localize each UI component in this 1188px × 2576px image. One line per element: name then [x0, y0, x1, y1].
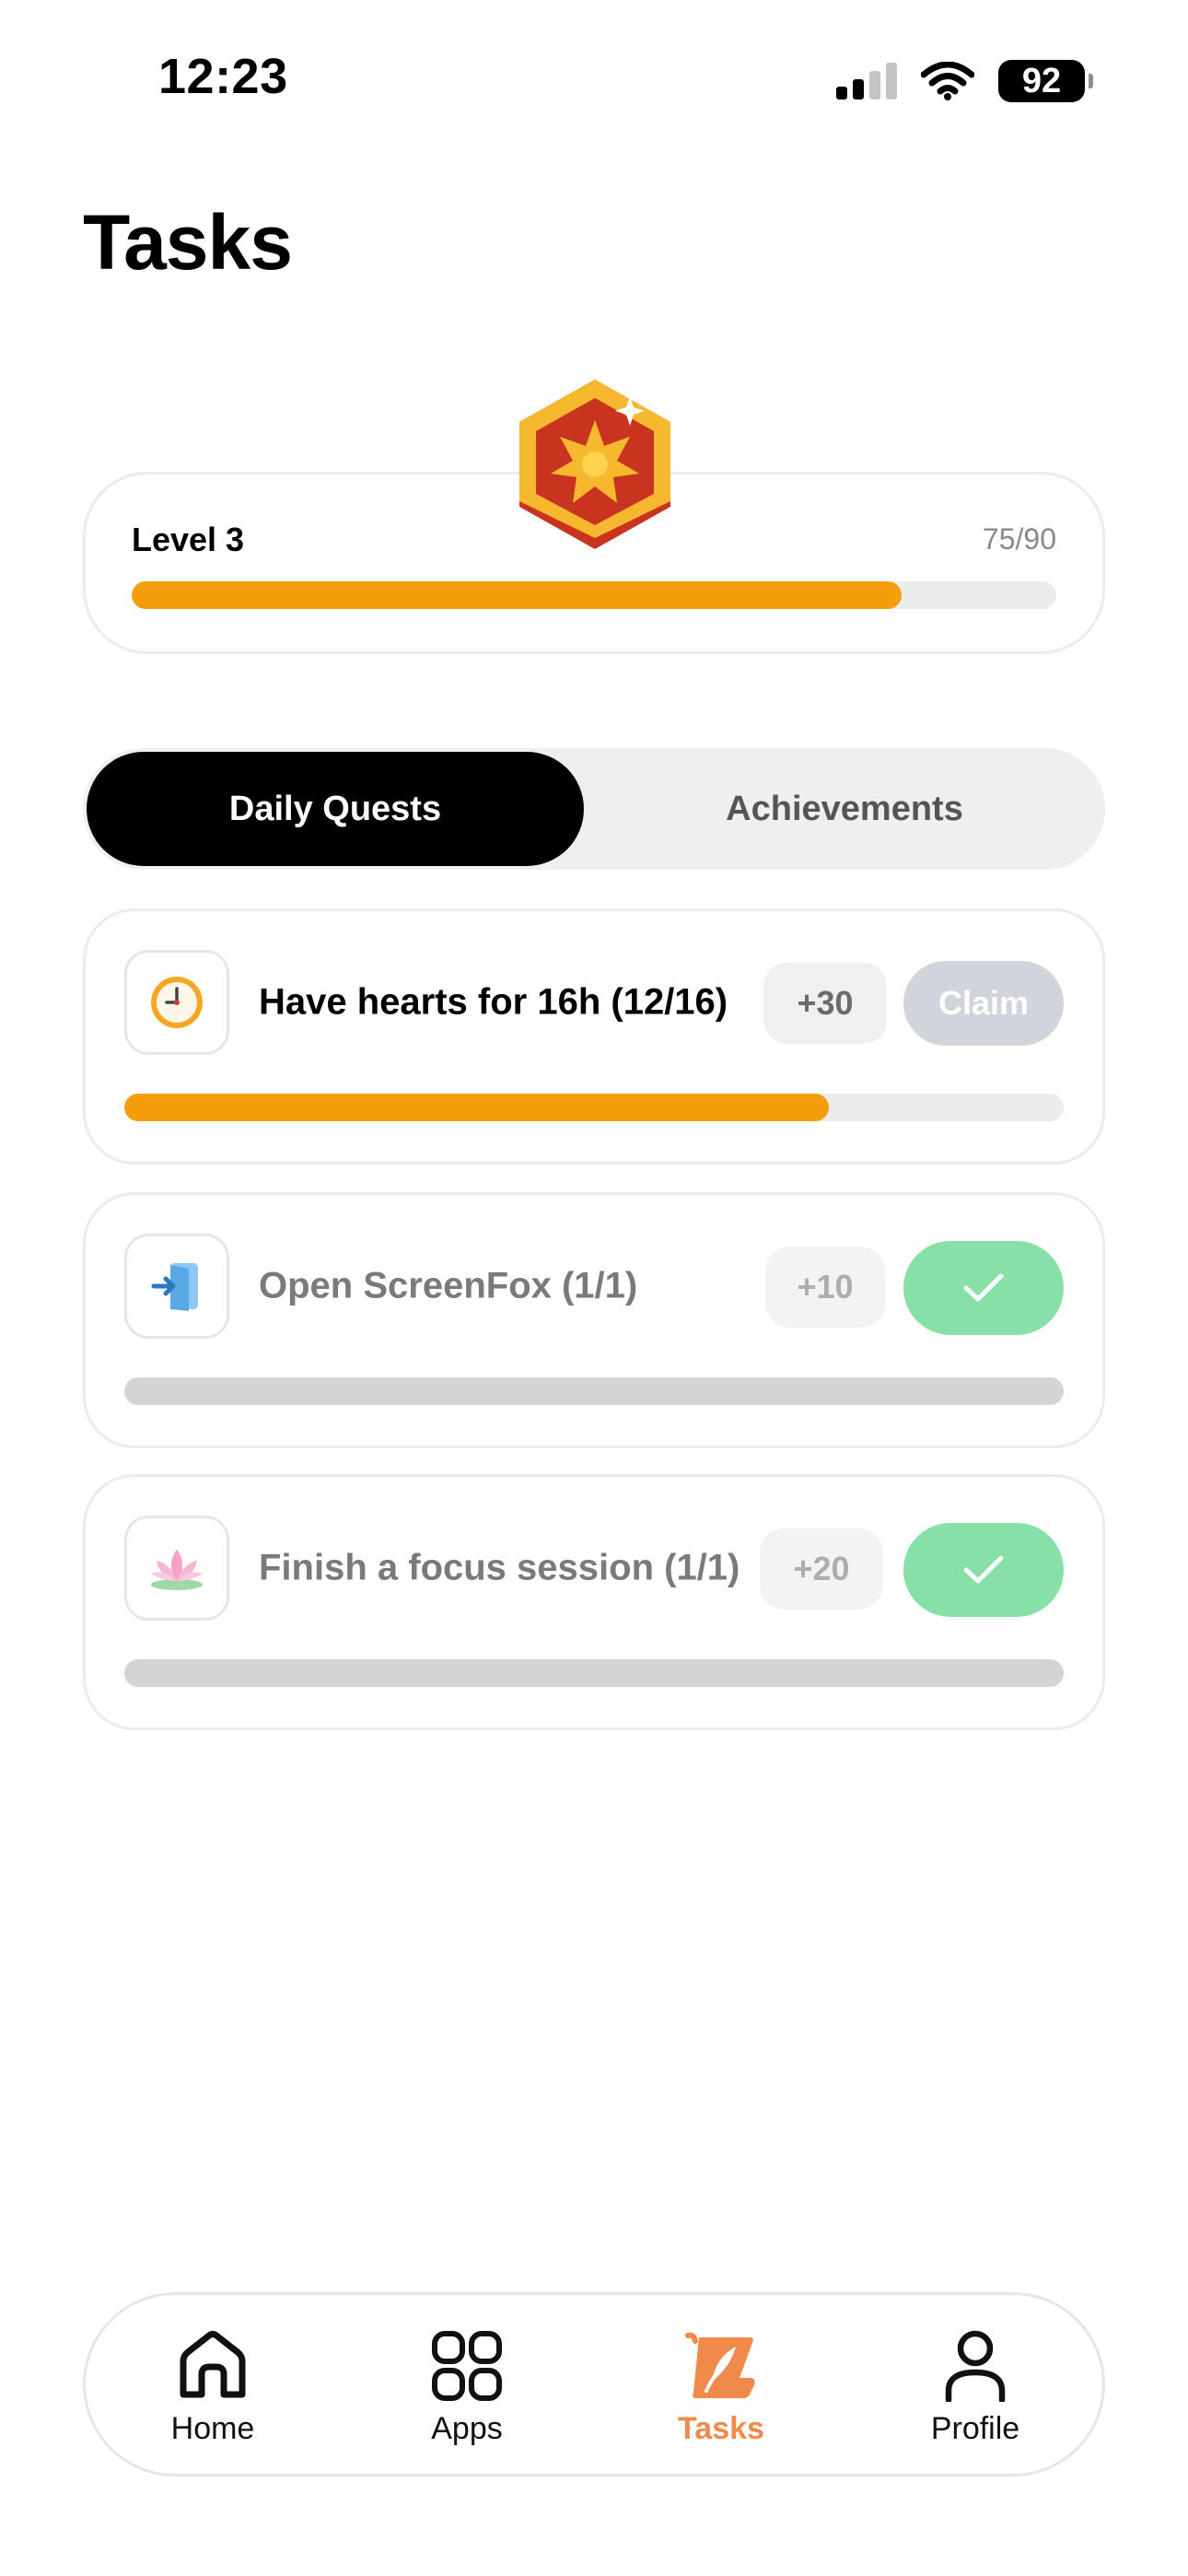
wifi-icon [921, 62, 974, 100]
lotus-icon [151, 1550, 203, 1590]
quest-card-hearts: Have hearts for 16h (12/16) +30 Claim [83, 908, 1105, 1165]
bottom-tab-bar: Home Apps Tasks Profile [83, 2292, 1105, 2476]
quest-icon-container [124, 950, 229, 1055]
tab-tasks[interactable]: Tasks [629, 2295, 813, 2474]
page-title: Tasks [83, 199, 293, 286]
quest-completed-button[interactable] [903, 1523, 1064, 1617]
quest-title: Have hearts for 16h (12/16) [259, 981, 728, 1023]
checkmark-icon [963, 1273, 1004, 1302]
tasks-leaf-icon [685, 2332, 755, 2398]
level-badge-icon [519, 380, 670, 549]
quest-progress-bar [124, 1659, 1064, 1687]
quest-points-badge: +30 [763, 963, 887, 1044]
quest-progress-bar [124, 1377, 1064, 1405]
quest-icon-container [124, 1234, 229, 1339]
battery-level: 92 [1021, 61, 1062, 100]
apps-grid-icon [432, 2331, 502, 2401]
tab-achievements[interactable]: Achievements [588, 752, 1101, 866]
status-icons: 92 [836, 55, 1093, 107]
quest-points-badge: +10 [765, 1247, 885, 1328]
level-progress-bar [132, 581, 1056, 609]
tab-tasks-label: Tasks [678, 2411, 764, 2446]
quest-progress-fill [124, 1094, 829, 1121]
tab-home-label: Home [170, 2411, 255, 2446]
battery-indicator: 92 [998, 60, 1093, 102]
quest-card-open-screenfox: Open ScreenFox (1/1) +10 [83, 1192, 1105, 1448]
home-icon [180, 2331, 246, 2398]
quest-title: Open ScreenFox (1/1) [259, 1265, 638, 1306]
cellular-signal-icon [836, 63, 897, 100]
quest-type-segmented-control: Daily Quests Achievements [83, 748, 1105, 870]
quest-progress-bar [124, 1094, 1064, 1121]
level-xp-count: 75/90 [982, 522, 1056, 556]
enter-door-icon [151, 1263, 198, 1311]
quest-card-focus-session: Finish a focus session (1/1) +20 [83, 1474, 1105, 1730]
claim-button[interactable]: Claim [903, 961, 1064, 1046]
tab-profile-label: Profile [930, 2411, 1020, 2446]
tab-profile[interactable]: Profile [883, 2295, 1067, 2474]
tab-apps-label: Apps [431, 2411, 503, 2446]
quest-icon-container [124, 1516, 229, 1621]
clock-icon [151, 977, 203, 1028]
quest-completed-button[interactable] [903, 1241, 1064, 1335]
checkmark-icon [963, 1555, 1004, 1584]
quest-points-badge: +20 [760, 1528, 883, 1610]
level-label: Level 3 [132, 521, 245, 558]
tab-apps[interactable]: Apps [375, 2295, 559, 2474]
tab-home[interactable]: Home [121, 2295, 305, 2474]
profile-icon [945, 2330, 1006, 2402]
status-time: 12:23 [158, 49, 288, 104]
level-progress-fill [132, 581, 903, 609]
tab-daily-quests[interactable]: Daily Quests [87, 752, 584, 866]
quest-title: Finish a focus session (1/1) [259, 1547, 740, 1588]
